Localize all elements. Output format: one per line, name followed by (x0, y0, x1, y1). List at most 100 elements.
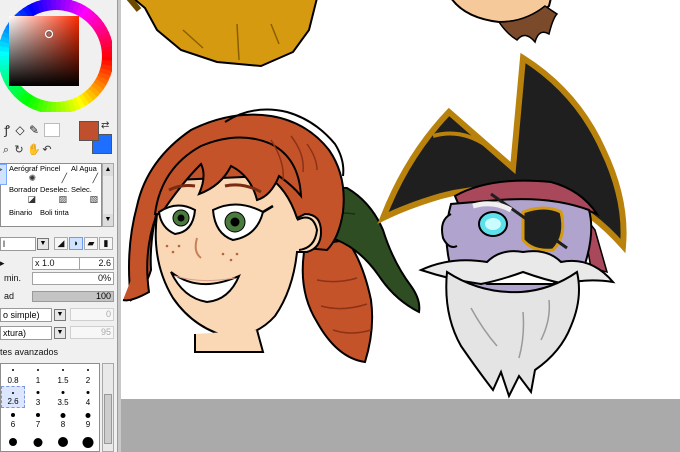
min-size-label: min. (4, 273, 22, 283)
canvas-area[interactable] (121, 0, 680, 452)
size-preset[interactable]: 6 (1, 408, 25, 430)
size-preset[interactable] (26, 430, 50, 452)
transparent-swatch[interactable] (44, 123, 60, 137)
size-dot-icon (33, 437, 43, 447)
tool-binario[interactable]: Binario (5, 208, 39, 229)
zoom-icon[interactable]: ⌕ (0, 143, 12, 157)
eraser-icon: ◪ (27, 194, 36, 204)
density-label: ad (4, 291, 15, 301)
mustard-coat-shape (126, 0, 318, 68)
tool-boli-tinta[interactable]: Boli tinta (36, 208, 70, 229)
brush-shape-dome-button[interactable]: ▰ (84, 237, 98, 250)
size-dot-icon (36, 391, 40, 394)
min-size-value: 0% (97, 273, 111, 283)
size-preset[interactable] (1, 430, 25, 452)
min-size-input[interactable]: 0% (32, 272, 114, 285)
advanced-settings-label[interactable]: tes avanzados (0, 346, 58, 358)
girl-head-drawing (122, 108, 421, 364)
size-multiplier-dropdown[interactable]: x 1.0 (32, 257, 80, 270)
select-icon: ▧ (89, 194, 98, 204)
tool-al-agua[interactable]: Al Agua ╱ (67, 164, 101, 185)
scroll-down-icon[interactable]: ▼ (103, 214, 113, 226)
size-dot-icon (37, 369, 39, 371)
texture-value-text: 95 (100, 327, 111, 337)
size-preset-label: 4 (85, 398, 91, 407)
size-preset[interactable]: 3 (26, 386, 50, 408)
tool-label: Boli tinta (40, 208, 69, 217)
size-preset-label: 3 (35, 398, 41, 407)
tool-deselec[interactable]: Deselec. ▨ (36, 185, 70, 206)
deselect-icon: ▨ (58, 194, 67, 204)
brush-size-presets: 0.8 1 1.5 2 2.6 3 3.5 4 6 7 8 9 (0, 363, 100, 452)
size-dot-icon (61, 391, 65, 394)
size-preset-label: 7 (35, 420, 41, 429)
texture-dropdown[interactable]: xtura) (0, 326, 52, 340)
size-preset-label: 1.5 (57, 376, 69, 385)
airbrush-icon: ✺ (28, 173, 36, 183)
size-value[interactable]: 2.6 (80, 257, 114, 270)
artwork (122, 0, 627, 399)
tool-label: Borrador (9, 185, 39, 194)
size-preset-label: 3.5 (57, 398, 69, 407)
size-preset[interactable]: 9 (76, 408, 100, 430)
brush-mode-dropdown[interactable]: l (0, 237, 36, 251)
size-preset-label: 2.6 (7, 397, 19, 406)
saturation-value-shade (9, 16, 79, 86)
hand-icon[interactable]: ✋ (27, 143, 41, 157)
size-arrow-icon: ▸ (0, 258, 5, 268)
texture-value: 95 (70, 326, 114, 339)
tool-label: Pincel (40, 164, 61, 173)
size-preset-label: 1 (35, 376, 41, 385)
size-dot-icon (58, 437, 68, 447)
pirate-head-drawing (377, 52, 627, 399)
size-dot-icon (9, 438, 17, 446)
tool-selec[interactable]: Selec. ▧ (67, 185, 101, 206)
swap-colors-icon[interactable]: ⇄ (101, 120, 113, 132)
texture-dropdown-button[interactable]: ▼ (54, 327, 66, 339)
size-preset[interactable]: 4 (76, 386, 100, 408)
scrollbar-thumb[interactable] (104, 394, 112, 444)
brush-shape-flat-button[interactable]: ◢ (54, 237, 68, 250)
eyedropper-icon[interactable]: ✎ (27, 122, 41, 138)
size-preset[interactable]: 3.5 (51, 386, 75, 408)
tool-label: Deselec. (40, 185, 70, 194)
brush-shape-square-button[interactable]: ▮ (99, 237, 113, 250)
tool-aerografo[interactable]: Aerógraf ✺ (5, 164, 39, 185)
foreground-color-swatch[interactable] (79, 121, 99, 141)
size-preset[interactable]: 2.6 (1, 386, 25, 408)
lasso-icon[interactable]: ꝭ (0, 122, 14, 138)
color-wheel[interactable] (0, 0, 112, 112)
size-preset[interactable]: 1.5 (51, 364, 75, 386)
size-preset[interactable]: 0.8 (1, 364, 25, 386)
brush-mode-dropdown-button[interactable]: ▼ (37, 238, 49, 250)
blend-value: 0 (70, 308, 114, 321)
size-preset[interactable]: 8 (51, 408, 75, 430)
size-dot-icon (11, 413, 15, 417)
size-preset[interactable]: 7 (26, 408, 50, 430)
size-preset[interactable] (76, 430, 100, 452)
size-multiplier-text: x 1.0 (35, 258, 55, 268)
size-preset[interactable]: 1 (26, 364, 50, 386)
tool-pincel[interactable]: Pincel ╱ (36, 164, 70, 185)
size-presets-scrollbar[interactable] (102, 363, 114, 452)
density-slider[interactable]: 100 (32, 291, 114, 302)
brush-shape-round-button[interactable]: ◗ (69, 237, 83, 250)
scroll-up-icon[interactable]: ▲ (103, 164, 113, 176)
blend-value-text: 0 (105, 309, 111, 319)
size-preset-label: 6 (10, 420, 16, 429)
tool-borrador[interactable]: Borrador ◪ (5, 185, 39, 206)
blend-mode-dropdown[interactable]: o simple) (0, 308, 52, 322)
tool-grid-scrollbar[interactable]: ▲ ▼ (102, 163, 114, 227)
blend-mode-text: o simple) (3, 310, 40, 320)
transparent-color-icon[interactable]: ◇ (13, 122, 27, 138)
density-value: 100 (95, 291, 111, 301)
size-preset[interactable]: 2 (76, 364, 100, 386)
size-value-text: 2.6 (98, 258, 111, 268)
rotate-icon[interactable]: ↻ (13, 143, 25, 157)
size-preset-label: 9 (85, 420, 91, 429)
undo-icon[interactable]: ↶ (41, 143, 53, 157)
blend-mode-dropdown-button[interactable]: ▼ (54, 309, 66, 321)
size-preset[interactable] (51, 430, 75, 452)
size-dot-icon (12, 369, 14, 371)
brush-icon: ╱ (61, 173, 67, 183)
